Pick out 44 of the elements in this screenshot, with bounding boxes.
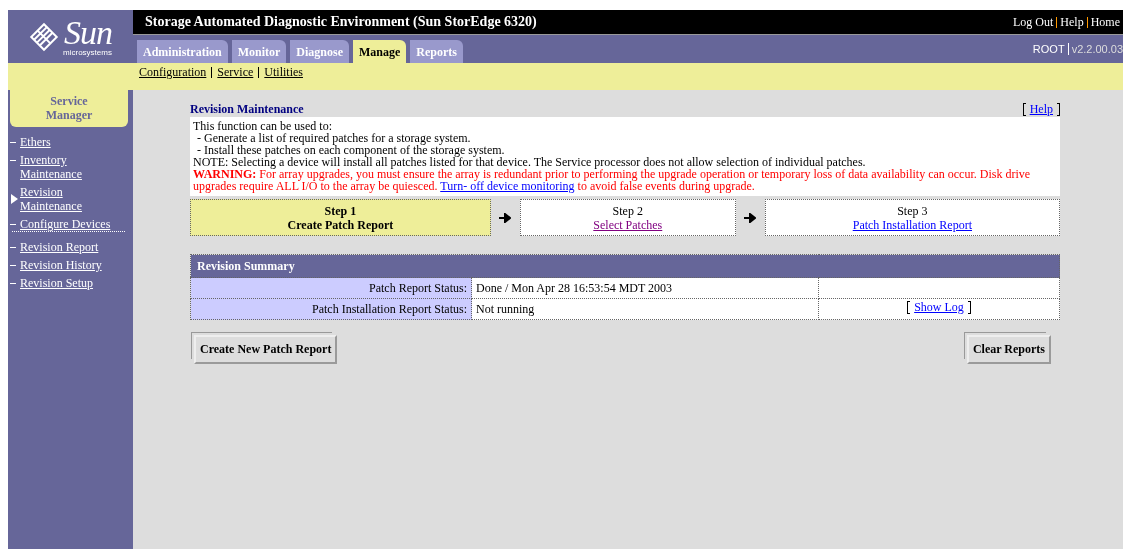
sidebar-link[interactable]: Revision Setup — [20, 276, 114, 290]
action-button[interactable]: Clear Reports — [966, 335, 1051, 364]
sidebar-link[interactable]: Revision Maintenance — [20, 185, 114, 213]
step-number: Step 1 — [324, 203, 357, 218]
table-cell: Not running — [471, 298, 819, 320]
sidebar-title: Service Manager — [10, 90, 128, 127]
table-cell: Done / Mon Apr 28 16:53:54 MDT 2003 — [471, 277, 819, 299]
intro-text: NOTE: Selecting a device will install all patches listed for that device. The Service processor does not allow selection of individual patches. — [193, 156, 866, 168]
step-link[interactable]: Patch Installation Report — [852, 217, 972, 232]
step-label: Create Patch Report — [287, 217, 394, 232]
arrow-icon — [499, 212, 512, 223]
help-link[interactable]: Help — [1022, 102, 1060, 117]
table-cell: Patch Installation Report Status: — [190, 298, 472, 320]
step-number: Step 3 — [897, 203, 928, 218]
nav-tab[interactable]: Manage — [353, 40, 407, 63]
step-link[interactable]: Select Patches — [593, 217, 663, 232]
intro-text: - Install these patches on each component of the storage system. — [196, 144, 505, 156]
action-button[interactable]: Create New Patch Report — [194, 335, 338, 364]
warning-text: WARNING: For array upgrades, you must ensure the array is redundant prior to performing the upgrade operation or temporary loss of data availability can occur. Disk drive upgrades require ALL I/O to the array be quiesced. Turn- off device monitoring to avoid false events during upgrade. — [193, 168, 1032, 192]
user-name: ROOT — [1032, 43, 1065, 55]
header-link[interactable]: Log Out — [1010, 16, 1057, 28]
header-link[interactable]: Help — [1056, 16, 1087, 28]
intro-text: This function can be used to: — [193, 120, 333, 132]
sidebar-link[interactable]: Configure Devices — [20, 217, 114, 231]
sidebar-link[interactable]: Revision History — [20, 258, 114, 272]
header-link[interactable]: Home — [1086, 16, 1123, 28]
logo-tagline: microsystems — [63, 49, 112, 57]
version-label: v2.2.00.03 — [1067, 43, 1123, 55]
show-log-link[interactable]: Show Log — [907, 300, 971, 315]
diamond-icon — [29, 22, 59, 51]
intro-text: - Generate a list of required patches for a storage system. — [196, 132, 472, 144]
subnav-link[interactable]: Utilities — [258, 67, 308, 78]
step-number: Step 2 — [612, 203, 643, 218]
arrow-icon — [744, 212, 757, 223]
subnav-link[interactable]: Configuration — [139, 67, 212, 78]
logo-text: Sun — [63, 16, 112, 50]
table-cell: Patch Report Status: — [190, 277, 472, 299]
page-title: Revision Maintenance — [190, 102, 304, 117]
app-title: Storage Automated Diagnostic Environment (Sun StorEdge 6320) — [145, 14, 537, 30]
subnav-link[interactable]: Service — [211, 67, 259, 78]
sidebar-link[interactable]: Ethers — [20, 135, 114, 149]
sidebar-link[interactable]: Revision Report — [20, 240, 114, 254]
table-header: Revision Summary — [190, 254, 1060, 278]
sidebar-link[interactable]: Inventory Maintenance — [20, 153, 114, 181]
